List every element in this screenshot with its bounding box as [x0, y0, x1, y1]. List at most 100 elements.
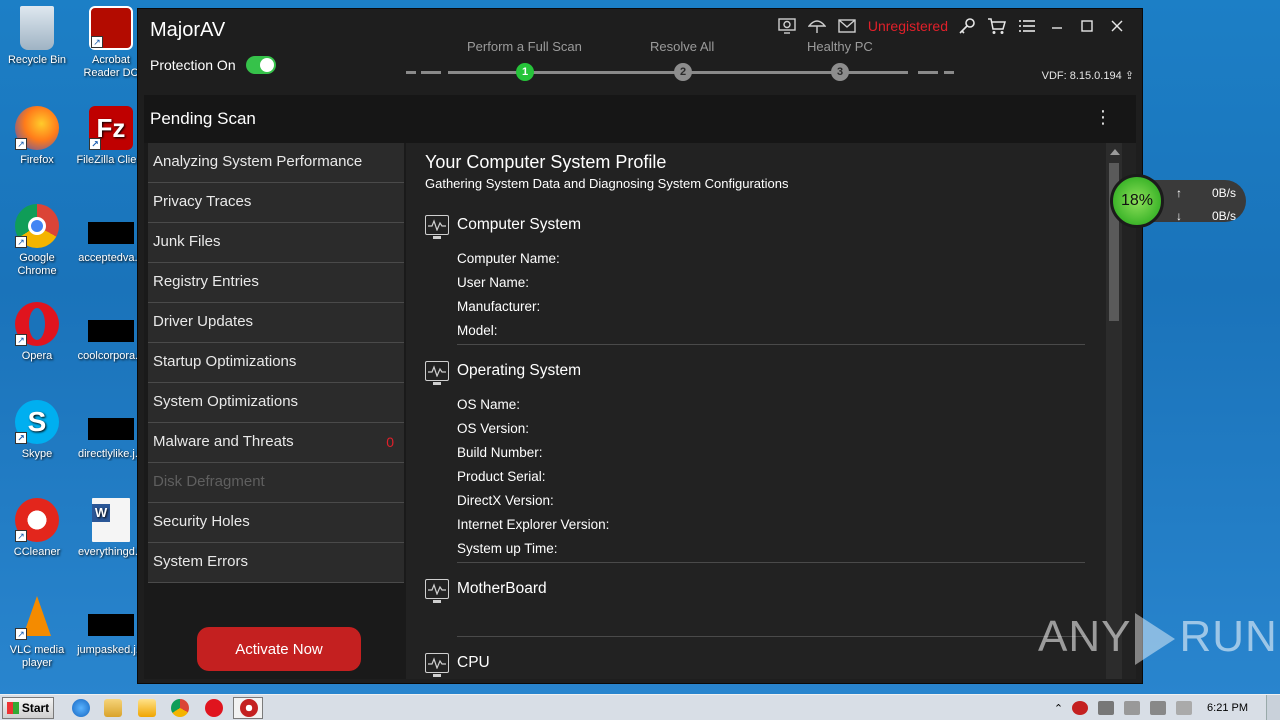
maximize-icon[interactable] — [1072, 15, 1102, 37]
sidebar-item-label: Junk Files — [153, 233, 221, 250]
skype-icon: S ↗ — [15, 400, 59, 444]
shortcut-arrow-icon: ↗ — [15, 432, 27, 444]
windows-logo-icon — [6, 702, 19, 714]
sidebar-item-security-holes[interactable]: Security Holes — [148, 503, 404, 543]
field-os-name: OS Name: — [457, 397, 521, 412]
minimize-icon[interactable] — [1042, 15, 1072, 37]
volume-tray-icon[interactable] — [1124, 701, 1141, 715]
mail-icon[interactable] — [832, 15, 862, 37]
protection-toggle[interactable] — [245, 56, 276, 74]
watermark-left: ANY — [1038, 612, 1132, 661]
field-ie-version: Internet Explorer Version: — [457, 517, 610, 532]
tray-expand-icon[interactable]: ⌃ — [1054, 702, 1063, 715]
desktop-icon-skype[interactable]: S ↗ Skype — [0, 400, 74, 461]
step-1-indicator[interactable]: 1 — [516, 63, 534, 81]
network-tray-icon[interactable] — [1098, 701, 1115, 715]
system-profile-panel: Your Computer System Profile Gathering S… — [406, 143, 1136, 679]
sidebar-item-privacy-traces[interactable]: Privacy Traces — [148, 183, 404, 223]
taskbar-majorav-button[interactable] — [233, 697, 263, 719]
download-arrow-icon: ↓ — [1176, 209, 1182, 223]
scan-screen-icon[interactable] — [772, 15, 802, 37]
close-icon[interactable] — [1102, 15, 1132, 37]
sidebar-item-label: Driver Updates — [153, 313, 254, 330]
shortcut-arrow-icon: ↗ — [91, 36, 103, 48]
clock[interactable]: 6:21 PM — [1207, 702, 1248, 714]
upload-arrow-icon: ↑ — [1176, 186, 1182, 200]
download-rate-value: 0B/s — [1211, 209, 1236, 223]
sidebar-item-malware-and-threats[interactable]: Malware and Threats 0 — [148, 423, 404, 463]
step-2-indicator[interactable]: 2 — [674, 63, 692, 81]
opera-icon: ↗ — [15, 302, 59, 346]
vlc-icon: ↗ — [15, 596, 59, 640]
sidebar-item-registry-entries[interactable]: Registry Entries — [148, 263, 404, 303]
cloud-update-icon[interactable]: ⇪ — [1125, 70, 1134, 82]
menu-list-icon[interactable] — [1012, 15, 1042, 37]
unregistered-link[interactable]: Unregistered — [868, 18, 948, 34]
step-3-indicator[interactable]: 3 — [831, 63, 849, 81]
desktop-icon-ccleaner[interactable]: ↗ CCleaner — [0, 498, 74, 559]
sidebar-item-system-errors[interactable]: System Errors — [148, 543, 404, 583]
recycle-bin-icon — [20, 6, 54, 50]
field-product-serial: Product Serial: — [457, 469, 546, 484]
more-options-icon[interactable]: ⋮ — [1094, 107, 1112, 128]
umbrella-icon[interactable] — [802, 15, 832, 37]
start-button[interactable]: Start — [2, 697, 54, 719]
field-system-uptime: System up Time: — [457, 541, 558, 556]
chrome-taskbar-icon[interactable] — [171, 699, 189, 717]
step-label-healthy-pc: Healthy PC — [807, 39, 873, 54]
majorav-tray-icon[interactable] — [1072, 701, 1089, 715]
field-directx-version: DirectX Version: — [457, 493, 554, 508]
flag-tray-icon[interactable] — [1176, 701, 1193, 715]
shortcut-arrow-icon: ↗ — [15, 138, 27, 150]
desktop-icon-vlc[interactable]: ↗ VLC media player — [0, 596, 74, 670]
sidebar-item-disk-defragment[interactable]: Disk Defragment — [148, 463, 404, 503]
sidebar-item-label: Startup Optimizations — [153, 353, 297, 370]
desktop-icon-label: Google Chrome — [17, 252, 57, 277]
section-heading: MotherBoard — [457, 580, 547, 597]
power-tray-icon[interactable] — [1150, 701, 1167, 715]
pending-scan-title: Pending Scan — [150, 109, 256, 128]
desktop-icon-firefox[interactable]: ↗ Firefox — [0, 106, 74, 167]
taskbar: Start ⌃ 6:21 PM — [0, 694, 1280, 720]
sidebar-item-label: Analyzing System Performance — [153, 153, 363, 170]
sidebar-item-label: Registry Entries — [153, 273, 259, 290]
sidebar-item-junk-files[interactable]: Junk Files — [148, 223, 404, 263]
field-user-name: User Name: — [457, 275, 530, 290]
sidebar-item-startup-optimizations[interactable]: Startup Optimizations — [148, 343, 404, 383]
shortcut-arrow-icon: ↗ — [15, 628, 27, 640]
desktop-icon-chrome[interactable]: ↗ Google Chrome — [0, 204, 74, 278]
sidebar-item-analyzing-system-performance[interactable]: Analyzing System Performance — [148, 143, 404, 183]
section-divider — [457, 562, 1085, 563]
shortcut-arrow-icon: ↗ — [15, 334, 27, 346]
file-thumbnail-icon — [88, 614, 134, 636]
monitor-icon — [425, 653, 449, 677]
cpu-usage-gauge: 18% — [1110, 174, 1164, 228]
show-desktop-button[interactable] — [1266, 695, 1280, 720]
desktop-icon-opera[interactable]: ↗ Opera — [0, 302, 74, 363]
media-player-icon[interactable] — [138, 699, 156, 717]
internet-explorer-icon[interactable] — [72, 699, 90, 717]
desktop-icon-label: Recycle Bin — [7, 54, 67, 66]
stepper-dash — [918, 71, 938, 74]
network-monitor-widget[interactable]: 18% ↑ 0B/s ↓ 0B/s — [1110, 174, 1246, 228]
desktop-icon-label: Skype — [21, 448, 53, 460]
chrome-icon: ↗ — [15, 204, 59, 248]
file-thumbnail-icon — [88, 222, 134, 244]
opera-taskbar-icon[interactable] — [205, 699, 223, 717]
vdf-version-text: VDF: 8.15.0.194 — [1041, 70, 1122, 82]
activate-now-button[interactable]: Activate Now — [197, 627, 361, 671]
field-manufacturer: Manufacturer: — [457, 299, 541, 314]
stepper-dash — [944, 71, 954, 74]
title-toolbar: Unregistered — [772, 15, 1132, 37]
file-explorer-icon[interactable] — [104, 699, 122, 717]
desktop-icon-recycle-bin[interactable]: Recycle Bin — [0, 6, 74, 67]
scroll-up-arrow-icon[interactable] — [1110, 149, 1120, 155]
sidebar-item-system-optimizations[interactable]: System Optimizations — [148, 383, 404, 423]
sidebar-item-driver-updates[interactable]: Driver Updates — [148, 303, 404, 343]
step-label-resolve-all: Resolve All — [650, 39, 715, 54]
desktop-icon-label: Firefox — [20, 154, 54, 166]
sidebar-item-label: Privacy Traces — [153, 193, 252, 210]
majorav-window: MajorAV Protection On Perform a Full Sca… — [137, 8, 1143, 684]
key-icon[interactable] — [952, 15, 982, 37]
cart-icon[interactable] — [982, 15, 1012, 37]
